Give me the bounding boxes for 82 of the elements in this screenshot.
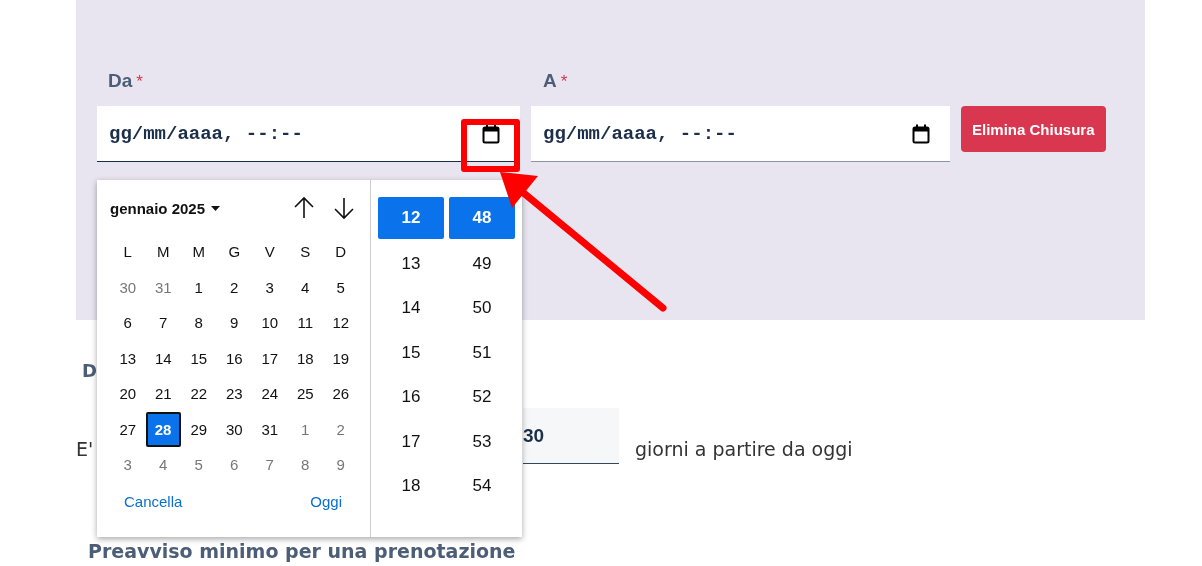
calendar-day[interactable]: 28 [145, 411, 181, 447]
minute-option[interactable]: 50 [449, 286, 515, 331]
calendar-day[interactable]: 24 [252, 376, 288, 412]
calendar-day[interactable]: 20 [110, 376, 146, 412]
weekday-label: M [156, 242, 171, 263]
calendar-day[interactable]: 7 [145, 305, 181, 341]
minute-option[interactable]: 49 [449, 241, 515, 286]
section-label: D [82, 360, 97, 381]
sentence-text: giorni a partire da oggi [635, 438, 853, 462]
calendar-day[interactable]: 6 [110, 305, 146, 341]
down-arrow-icon[interactable] [332, 196, 356, 220]
today-link[interactable]: Oggi [310, 492, 342, 510]
calendar-day[interactable]: 11 [287, 305, 323, 341]
calendar-day[interactable]: 13 [110, 340, 146, 376]
minute-option[interactable]: 51 [449, 330, 515, 375]
calendar-day[interactable]: 31 [145, 269, 181, 305]
clear-link[interactable]: Cancella [124, 492, 183, 510]
calendar-day[interactable]: 23 [216, 376, 252, 412]
calendar-day[interactable]: 19 [323, 340, 359, 376]
calendar-day[interactable]: 30 [216, 411, 252, 447]
calendar-day[interactable]: 16 [216, 340, 252, 376]
calendar-day[interactable]: 30 [110, 269, 146, 305]
minute-option[interactable]: 52 [449, 375, 515, 420]
calendar-icon[interactable] [482, 124, 500, 144]
section-label: Preavviso minimo per una prenotazione [88, 540, 516, 562]
sentence-text: E' [76, 438, 94, 462]
hour-option[interactable]: 12 [378, 197, 444, 239]
calendar-day[interactable]: 6 [216, 447, 252, 483]
calendar-day[interactable]: 8 [181, 305, 217, 341]
field-label: Da * [108, 70, 144, 92]
up-arrow-icon[interactable] [292, 196, 316, 220]
calendar-day[interactable]: 1 [181, 269, 217, 305]
calendar-day[interactable]: 9 [216, 305, 252, 341]
calendar-day[interactable]: 25 [287, 376, 323, 412]
datetime-field[interactable]: gg/mm/aaaa, --:-- [531, 106, 950, 162]
field-label: A * [543, 70, 568, 92]
weekday-label: D [334, 242, 348, 263]
calendar-day[interactable]: 8 [287, 447, 323, 483]
hour-option[interactable]: 16 [378, 375, 444, 420]
minute-option[interactable]: 53 [449, 419, 515, 464]
hour-option[interactable]: 17 [378, 419, 444, 464]
month-selector[interactable]: gennaio 2025 [110, 199, 221, 217]
datetime-field[interactable]: gg/mm/aaaa, --:-- [97, 106, 520, 162]
calendar-day[interactable]: 31 [252, 411, 288, 447]
calendar-day[interactable]: 3 [110, 447, 146, 483]
caret-icon [211, 205, 221, 211]
hour-option[interactable]: 13 [378, 241, 444, 286]
calendar-day[interactable]: 12 [323, 305, 359, 341]
minute-option[interactable]: 48 [449, 197, 515, 239]
calendar-day[interactable]: 3 [252, 269, 288, 305]
calendar-day[interactable]: 17 [252, 340, 288, 376]
weekday-label: L [122, 242, 133, 263]
calendar-day[interactable]: 5 [181, 447, 217, 483]
calendar-day[interactable]: 21 [145, 376, 181, 412]
calendar-day[interactable]: 4 [145, 447, 181, 483]
calendar-day[interactable]: 9 [323, 447, 359, 483]
hour-option[interactable]: 14 [378, 286, 444, 331]
minute-option[interactable]: 54 [449, 464, 515, 509]
calendar-day[interactable]: 4 [287, 269, 323, 305]
weekday-label: S [299, 242, 312, 263]
calendar-day[interactable]: 15 [181, 340, 217, 376]
calendar-day[interactable]: 26 [323, 376, 359, 412]
calendar-day[interactable]: 1 [287, 411, 323, 447]
calendar-day[interactable]: 27 [110, 411, 146, 447]
calendar-day[interactable]: 5 [323, 269, 359, 305]
weekday-label: G [227, 242, 242, 263]
weekday-label: V [263, 242, 276, 263]
calendar-icon[interactable] [912, 124, 930, 144]
calendar-day[interactable]: 10 [252, 305, 288, 341]
hour-option[interactable]: 18 [378, 464, 444, 509]
hour-option[interactable]: 15 [378, 330, 444, 375]
calendar-day[interactable]: 22 [181, 376, 217, 412]
calendar-day[interactable]: 29 [181, 411, 217, 447]
calendar-day[interactable]: 18 [287, 340, 323, 376]
delete-closure-button[interactable]: Elimina Chiusura [961, 106, 1106, 152]
calendar-day[interactable]: 7 [252, 447, 288, 483]
highlight-frame [461, 119, 520, 172]
calendar-day[interactable]: 14 [145, 340, 181, 376]
calendar-day[interactable]: 2 [216, 269, 252, 305]
weekday-label: M [191, 242, 206, 263]
calendar-day[interactable]: 2 [323, 411, 359, 447]
days-field[interactable]: 30 [523, 408, 619, 464]
